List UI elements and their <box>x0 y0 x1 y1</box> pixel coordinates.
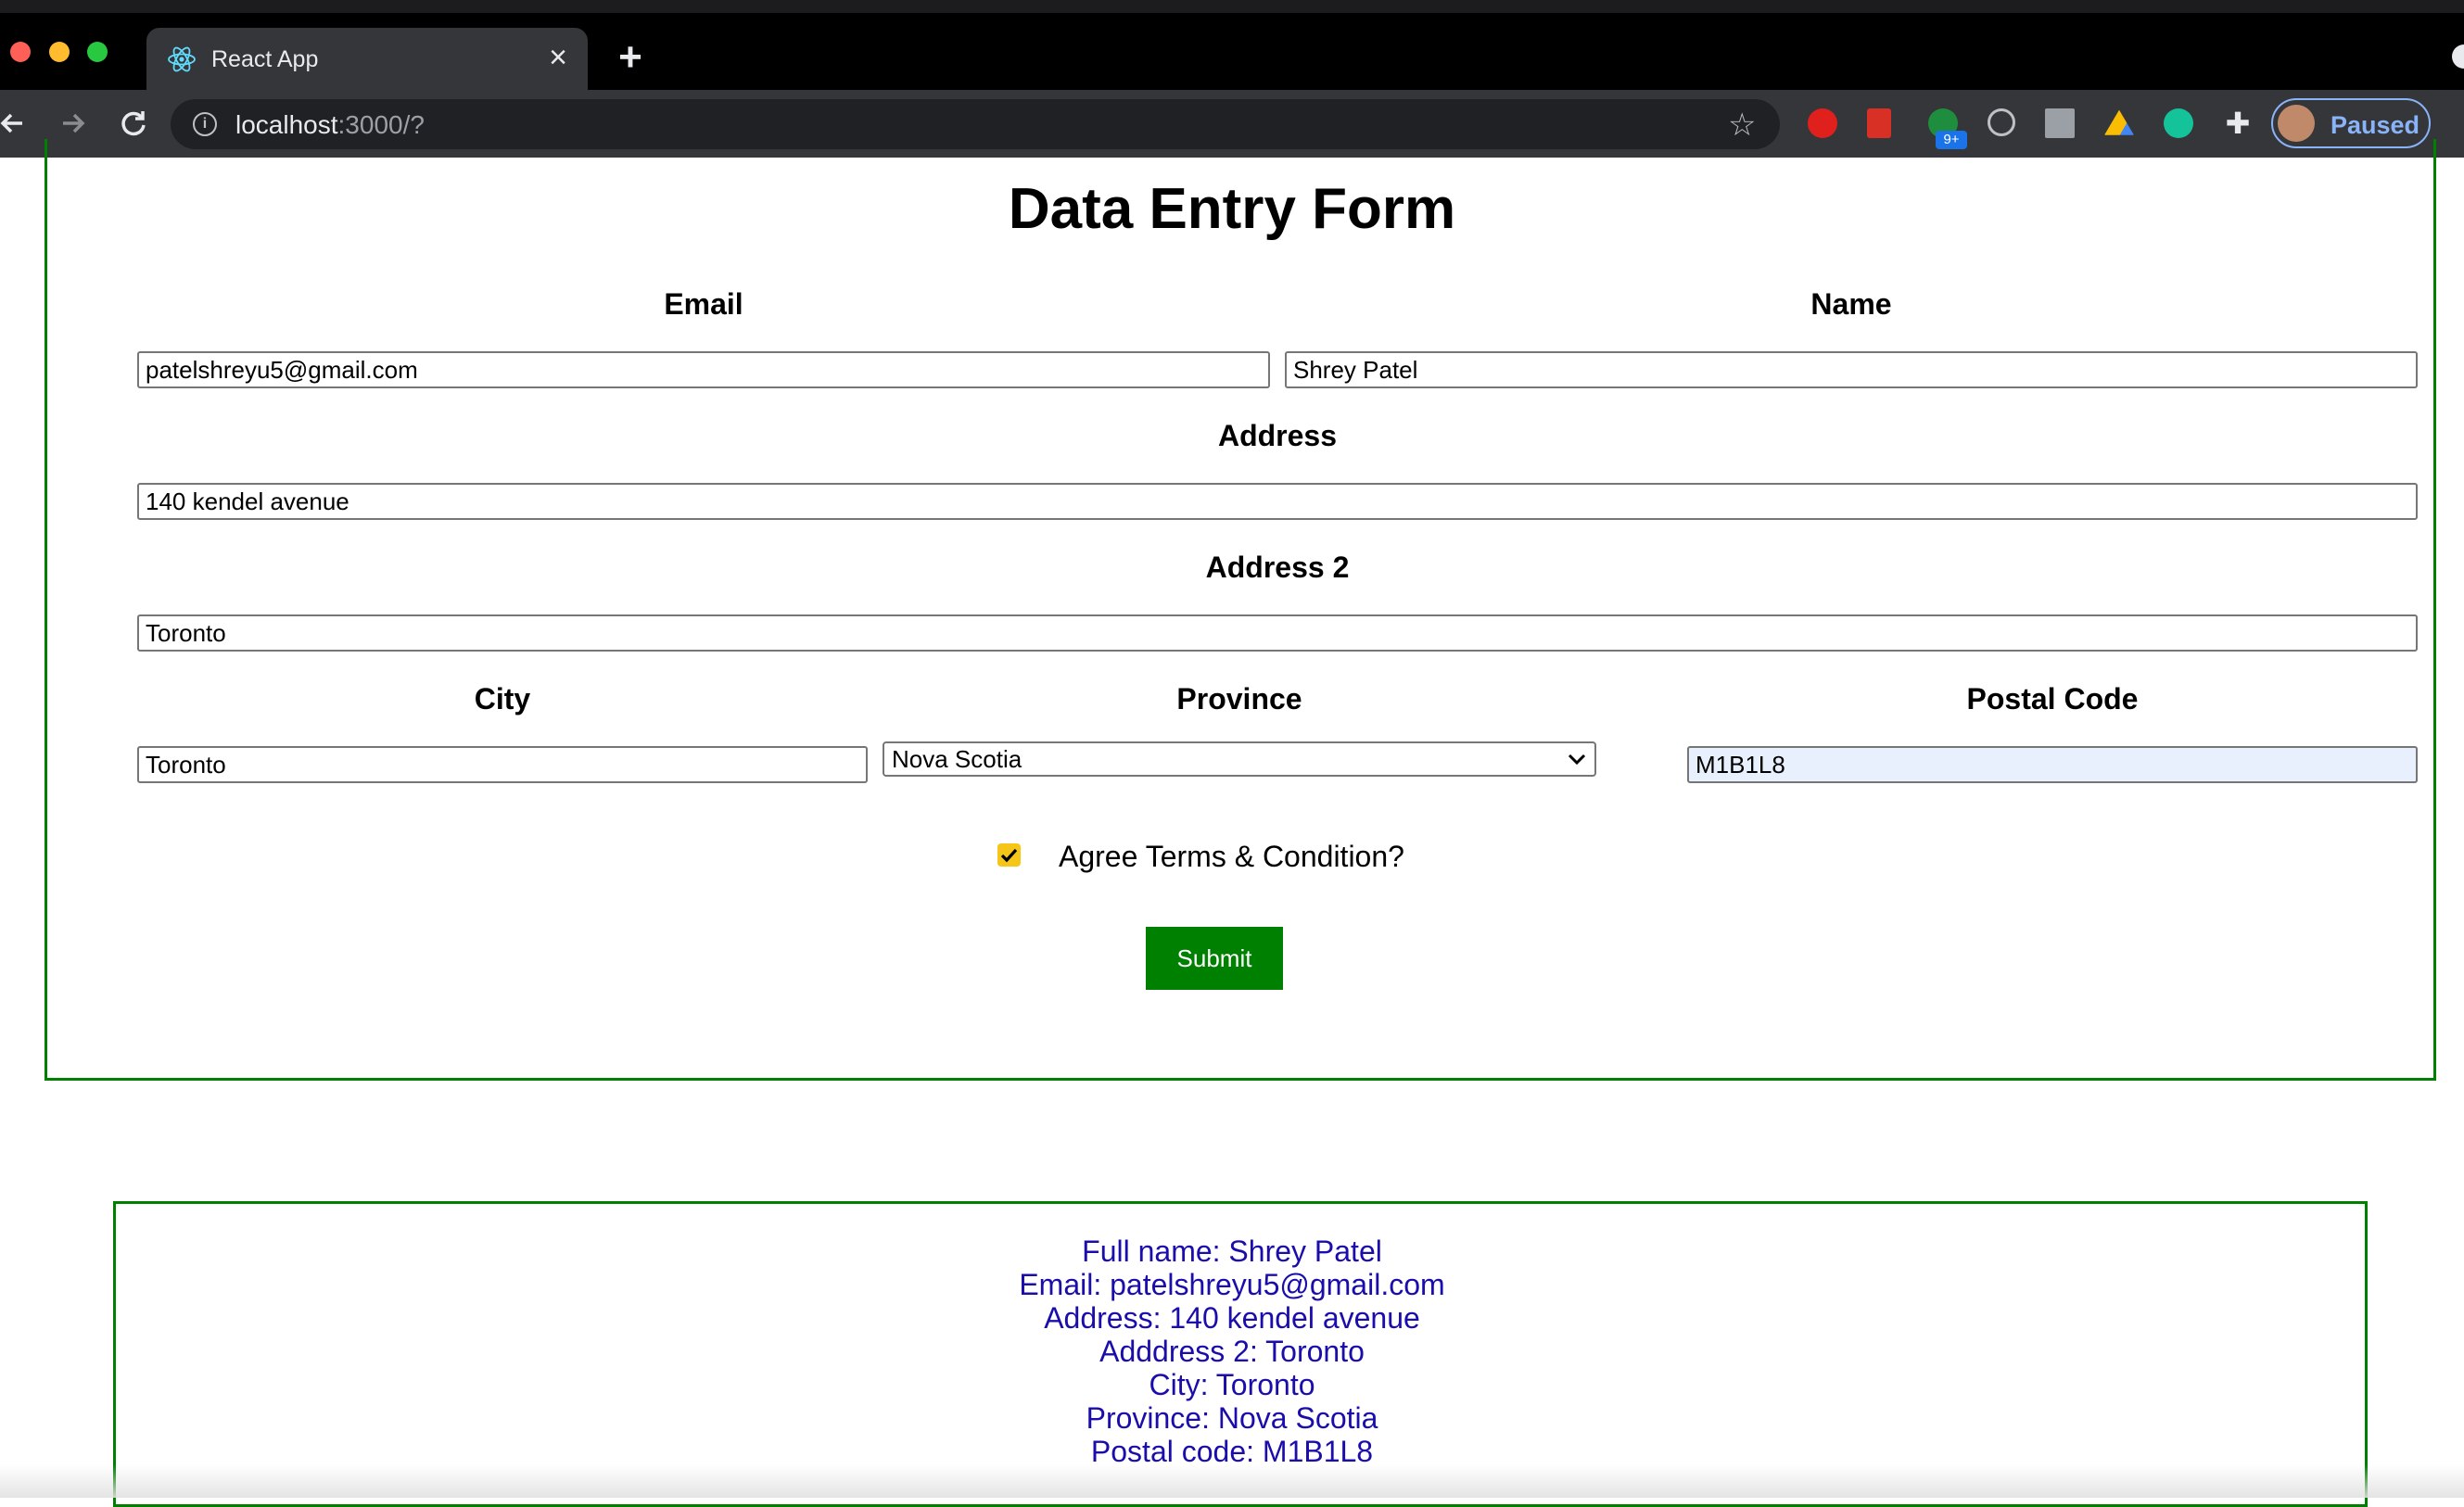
close-tab-icon[interactable]: × <box>541 41 575 74</box>
arrow-right-icon <box>63 113 85 133</box>
province-select[interactable]: Nova Scotia <box>883 741 1596 777</box>
back-button[interactable] <box>0 105 32 142</box>
avatar <box>2278 105 2315 142</box>
info-icon[interactable]: i <box>193 112 217 136</box>
lightbulb-extension-icon[interactable] <box>1988 108 2015 136</box>
city-field[interactable] <box>137 746 868 783</box>
browser-tab-bar: React App × + <box>0 0 2464 90</box>
agree-checkbox[interactable] <box>997 843 1021 867</box>
email-field[interactable] <box>137 351 1270 388</box>
react-logo-icon <box>168 46 196 72</box>
grammarly-extension-icon[interactable] <box>2164 108 2193 138</box>
puzzle-icon[interactable]: ✚ <box>2223 108 2253 138</box>
name-label: Name <box>1810 287 1892 321</box>
clipboard-extension-icon[interactable] <box>2045 108 2075 138</box>
postal-code-field[interactable] <box>1687 746 2418 783</box>
agree-label[interactable]: Agree Terms & Condition? <box>1059 840 1404 874</box>
close-window-button[interactable] <box>10 42 31 62</box>
result-province: Province: Nova Scotia <box>1086 1401 1378 1435</box>
star-icon[interactable]: ☆ <box>1728 107 1756 144</box>
minimize-window-button[interactable] <box>49 42 70 62</box>
checkmark-icon <box>1000 848 1018 863</box>
maximize-window-button[interactable] <box>87 42 108 62</box>
menu-bar-strip <box>0 0 2464 13</box>
chrome-menu-icon[interactable] <box>2452 44 2464 69</box>
adblock-extension-icon[interactable] <box>1808 108 1837 138</box>
url-text[interactable]: localhost:3000/? <box>235 110 425 140</box>
url-host: localhost <box>235 110 338 139</box>
chevron-down-icon <box>1567 743 1587 784</box>
address-label: Address <box>1217 419 1338 452</box>
reload-icon <box>121 111 146 136</box>
address2-label: Address 2 <box>1205 551 1350 584</box>
submit-button[interactable]: Submit <box>1146 927 1283 990</box>
drive-extension-icon[interactable] <box>2104 109 2134 135</box>
address2-field[interactable] <box>137 614 2418 652</box>
province-selected-value: Nova Scotia <box>892 745 1022 773</box>
page-title: Data Entry Form <box>1008 177 1456 241</box>
reload-button[interactable] <box>115 105 152 142</box>
profile-status: Paused <box>2331 111 2420 139</box>
tab-title: React App <box>211 46 319 72</box>
city-label: City <box>474 682 531 716</box>
email-label: Email <box>664 287 743 321</box>
name-field[interactable] <box>1285 351 2418 388</box>
result-address2: Adddress 2: Toronto <box>1099 1335 1365 1368</box>
new-tab-button[interactable]: + <box>612 37 649 78</box>
result-city: City: Toronto <box>1149 1368 1315 1401</box>
url-path: :3000/? <box>337 110 425 139</box>
province-label: Province <box>1176 682 1302 716</box>
window-bottom-shadow <box>0 1464 2464 1498</box>
arrow-left-icon <box>0 113 22 133</box>
postal-code-label: Postal Code <box>1966 682 2139 716</box>
forward-button[interactable] <box>54 105 91 142</box>
result-address: Address: 140 kendel avenue <box>1044 1301 1420 1335</box>
tab-react-app[interactable]: React App × <box>146 28 588 90</box>
bookmark-extension-icon[interactable] <box>1867 108 1891 138</box>
result-email: Email: patelshreyu5@gmail.com <box>1019 1268 1445 1301</box>
address-field[interactable] <box>137 483 2418 520</box>
result-full-name: Full name: Shrey Patel <box>1082 1235 1382 1268</box>
